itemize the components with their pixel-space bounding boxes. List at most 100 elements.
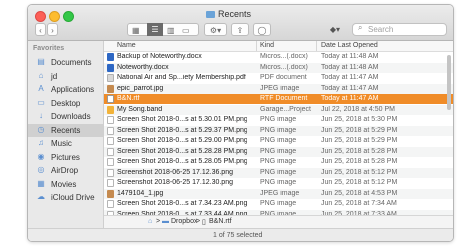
sidebar-item-icloud-drive[interactable]: ☁ iCloud Drive xyxy=(28,191,103,204)
file-row[interactable]: B&N.rtf RTF Document Today at 11:47 AM xyxy=(104,94,453,104)
close-window-button[interactable] xyxy=(35,11,46,22)
file-row[interactable]: Screen Shot 2018-0...s at 7.34.23 AM.png… xyxy=(104,199,453,209)
sidebar: Favorites ▤ Documents ⌂ jd A Applications ▭ Des… xyxy=(28,41,104,241)
search-field[interactable]: ⌕ Search xyxy=(352,23,447,36)
file-row[interactable]: Screen Shot 2018-0...s at 5.28.05 PM.png… xyxy=(104,157,453,167)
band-file-icon xyxy=(107,105,114,114)
minimize-window-button[interactable] xyxy=(49,11,60,22)
cloud-icon: ☁ xyxy=(37,192,45,201)
back-button[interactable]: ‹ xyxy=(35,23,46,36)
list-view-icon[interactable]: ☰ xyxy=(147,23,163,36)
column-view-icon[interactable]: ▥ xyxy=(167,24,175,37)
file-kind: PNG image xyxy=(260,126,297,134)
downloads-icon: ↓ xyxy=(39,111,43,120)
path-dropbox[interactable]: Dropbox xyxy=(171,218,197,225)
file-row[interactable]: Backup of Noteworthy.docx Micros...(.docx… xyxy=(104,52,453,62)
jpg-file-icon xyxy=(107,189,114,198)
title-bar: Recents ‹ › ▦ ☰ ▥ ▭ ⚙▾ ⇪ ◯ ◆▾ ⌕ Search xyxy=(28,5,453,41)
file-date: Jun 25, 2018 at 5:29 PM xyxy=(321,126,398,134)
sidebar-item-jd[interactable]: ⌂ jd xyxy=(28,70,103,83)
file-name: 1479104_1.jpg xyxy=(117,189,164,197)
share-button[interactable]: ⇪ xyxy=(231,23,249,36)
path-file[interactable]: B&N.rtf xyxy=(209,218,232,225)
sidebar-item-recents[interactable]: ◷ Recents xyxy=(28,123,103,137)
column-divider[interactable] xyxy=(256,41,257,51)
sidebar-item-label: Movies xyxy=(51,179,77,189)
file-row[interactable]: Noteworthy.docx Micros...(.docx) Today at … xyxy=(104,62,453,73)
clock-icon: ◷ xyxy=(37,124,45,134)
png-file-icon xyxy=(107,168,114,177)
file-name: epic_parrot.jpg xyxy=(117,84,164,92)
file-row[interactable]: Screenshot 2018-06-25 17.12.36.png PNG im… xyxy=(104,167,453,178)
name-column-header[interactable]: Name xyxy=(117,42,136,49)
kind-column-header[interactable]: Kind xyxy=(260,42,274,49)
file-row[interactable]: National Air and Sp...iety Membership.pd… xyxy=(104,73,453,83)
sidebar-item-applications[interactable]: A Applications xyxy=(28,83,103,96)
music-icon: ♫ xyxy=(38,138,44,147)
file-row[interactable]: 1479104_1.jpg JPEG image Jun 25, 2018 at 4… xyxy=(104,188,453,199)
zoom-window-button[interactable] xyxy=(63,11,74,22)
sidebar-item-pictures[interactable]: ◉ Pictures xyxy=(28,151,103,164)
file-kind: PNG image xyxy=(260,168,297,176)
png-file-icon xyxy=(107,147,114,156)
sidebar-item-label: Documents xyxy=(51,58,92,67)
file-name: Screenshot 2018-06-25 17.12.30.png xyxy=(117,179,233,186)
file-row[interactable]: Screenshot 2018-06-25 17.12.30.png PNG im… xyxy=(104,178,453,188)
tags-button[interactable]: ◯ xyxy=(253,23,271,36)
date-column-header[interactable]: Date Last Opened xyxy=(321,42,378,49)
selection-status: 1 of 75 selected xyxy=(213,232,263,239)
column-divider[interactable] xyxy=(316,41,317,51)
file-row[interactable]: Screen Shot 2018-0...s at 5.30.01 PM.png… xyxy=(104,115,453,125)
file-name: Screen Shot 2018-0...s at 5.29.00 PM.png xyxy=(117,137,247,144)
file-kind: PNG image xyxy=(260,147,297,155)
scrollbar-thumb[interactable] xyxy=(447,55,451,110)
file-date: Jun 25, 2018 at 4:53 PM xyxy=(321,189,398,197)
file-row[interactable]: Screen Shot 2018-0...s at 5.28.28 PM.png… xyxy=(104,146,453,157)
window-title: Recents xyxy=(206,9,251,19)
file-date: Jul 22, 2018 at 4:50 PM xyxy=(321,105,395,113)
rtf-file-icon: ▯ xyxy=(202,219,206,226)
file-date: Today at 11:47 AM xyxy=(321,74,379,81)
column-header: Name Kind Date Last Opened xyxy=(104,41,453,52)
file-row[interactable]: My Song.band Garage...Project Jul 22, 2018… xyxy=(104,104,453,115)
file-kind: Micros...(.docx) xyxy=(260,53,308,60)
status-bar: 1 of 75 selected xyxy=(28,228,453,241)
file-date: Today at 11:48 AM xyxy=(321,63,379,71)
rtf-file-icon xyxy=(107,95,114,103)
file-date: Jun 25, 2018 at 5:28 PM xyxy=(321,158,398,165)
sidebar-item-airdrop[interactable]: ◎ AirDrop xyxy=(28,164,103,177)
sidebar-item-desktop[interactable]: ▭ Desktop xyxy=(28,97,103,110)
file-row[interactable]: epic_parrot.jpg JPEG image Today at 11:47 … xyxy=(104,83,453,94)
doc-file-icon xyxy=(107,63,114,72)
file-kind: PNG image xyxy=(260,158,297,165)
png-file-icon xyxy=(107,126,114,135)
sidebar-item-label: jd xyxy=(51,71,58,81)
file-name: Backup of Noteworthy.docx xyxy=(117,53,202,60)
action-menu-button[interactable]: ⚙▾ xyxy=(204,23,227,36)
file-kind: JPEG image xyxy=(260,189,300,197)
sidebar-item-movies[interactable]: ▦ Movies xyxy=(28,178,103,191)
sidebar-item-downloads[interactable]: ↓ Downloads xyxy=(28,110,103,123)
file-name: Screen Shot 2018-0...s at 5.28.28 PM.png xyxy=(117,147,247,155)
sidebar-header: Favorites xyxy=(33,45,65,52)
file-row[interactable]: Screen Shot 2018-0...s at 5.29.37 PM.png… xyxy=(104,125,453,136)
png-file-icon xyxy=(107,200,114,208)
dropbox-button[interactable]: ◆▾ xyxy=(324,23,346,36)
gallery-view-icon[interactable]: ▭ xyxy=(182,24,190,37)
sidebar-item-documents[interactable]: ▤ Documents xyxy=(28,56,103,69)
file-name: B&N.rtf xyxy=(117,95,140,102)
home-icon[interactable]: ⌂ xyxy=(148,218,152,225)
dropbox-folder-icon: ▬ xyxy=(162,218,169,225)
file-kind: Garage...Project xyxy=(260,105,311,113)
forward-button[interactable]: › xyxy=(47,23,58,36)
sidebar-item-label: Pictures xyxy=(51,152,80,162)
icon-view-icon[interactable]: ▦ xyxy=(132,24,140,37)
home-icon: ⌂ xyxy=(38,70,44,80)
folder-icon xyxy=(206,11,215,18)
sidebar-item-label: Music xyxy=(51,139,72,148)
applications-icon: A xyxy=(38,84,44,93)
airdrop-icon: ◎ xyxy=(37,165,45,174)
file-row[interactable]: Screen Shot 2018-0...s at 5.29.00 PM.png… xyxy=(104,136,453,146)
file-date: Jun 25, 2018 at 5:28 PM xyxy=(321,147,398,155)
sidebar-item-music[interactable]: ♫ Music xyxy=(28,137,103,150)
